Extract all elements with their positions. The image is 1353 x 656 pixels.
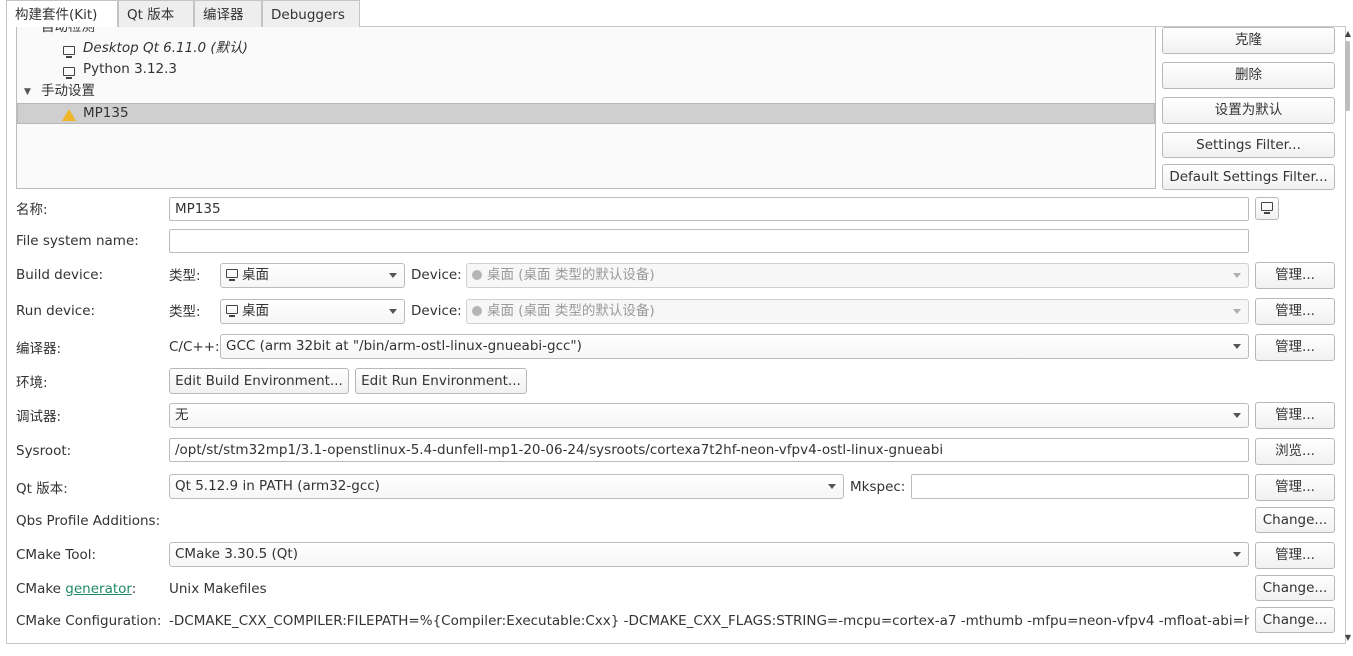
- edit-run-environment-button[interactable]: Edit Run Environment...: [355, 368, 527, 394]
- clone-button[interactable]: 克隆: [1162, 27, 1335, 54]
- cmake-tool-value: CMake 3.30.5 (Qt): [175, 546, 298, 562]
- tree-item-desktop-qt[interactable]: Desktop Qt 6.11.0 (默认): [17, 38, 1155, 59]
- warning-icon: [62, 109, 76, 121]
- cpp-label: C/C++:: [169, 339, 220, 355]
- run-device-combo: 桌面 (桌面 类型的默认设备): [466, 299, 1249, 324]
- manage-run-device-button[interactable]: 管理...: [1255, 298, 1335, 325]
- monitor-icon: [1261, 202, 1273, 214]
- run-type-value: 桌面: [242, 303, 269, 319]
- vertical-scrollbar[interactable]: ▲ ▼: [1341, 27, 1353, 644]
- cmake-generator-value: Unix Makefiles: [169, 581, 267, 597]
- fs-name-field[interactable]: [169, 229, 1249, 253]
- cpp-compiler-value: GCC (arm 32bit at "/bin/arm-ostl-linux-g…: [226, 338, 582, 354]
- scroll-up-icon[interactable]: ▲: [1345, 29, 1351, 38]
- device-status-icon: [472, 270, 482, 280]
- cmake-generator-label: CMake generator:: [16, 579, 136, 599]
- build-type-combo[interactable]: 桌面: [220, 263, 405, 288]
- chevron-down-icon: [1233, 309, 1241, 314]
- fs-name-label: File system name:: [16, 233, 139, 249]
- build-device-sub-label: Device:: [411, 267, 462, 283]
- debugger-label: 调试器:: [16, 409, 62, 425]
- compiler-label: 编译器:: [16, 341, 62, 357]
- kit-tree[interactable]: 自动检测 Desktop Qt 6.11.0 (默认) Python 3.12.…: [16, 27, 1156, 189]
- chevron-down-icon: [1233, 273, 1241, 278]
- monitor-icon: [226, 305, 238, 317]
- tree-group-auto[interactable]: 自动检测: [17, 27, 1155, 38]
- tab-bar: 构建套件(Kit) Qt 版本 编译器 Debuggers: [6, 0, 1346, 28]
- chevron-down-icon[interactable]: ▼: [24, 82, 31, 103]
- browse-sysroot-button[interactable]: 浏览...: [1255, 438, 1335, 465]
- tree-group-label: 手动设置: [41, 83, 95, 99]
- build-device-combo: 桌面 (桌面 类型的默认设备): [466, 263, 1249, 288]
- change-cmake-generator-button[interactable]: Change...: [1255, 575, 1335, 601]
- tab-debuggers[interactable]: Debuggers: [262, 0, 360, 27]
- manage-build-device-button[interactable]: 管理...: [1255, 262, 1335, 289]
- tab-compilers[interactable]: 编译器: [194, 0, 262, 27]
- monitor-icon: [226, 269, 238, 281]
- manage-debugger-button[interactable]: 管理...: [1255, 402, 1335, 429]
- chevron-down-icon: [389, 273, 397, 278]
- build-device-label: Build device:: [16, 267, 104, 283]
- run-type-combo[interactable]: 桌面: [220, 299, 405, 324]
- cmake-generator-suffix: :: [131, 581, 137, 597]
- edit-build-environment-button[interactable]: Edit Build Environment...: [169, 368, 349, 394]
- cmake-tool-combo[interactable]: CMake 3.30.5 (Qt): [169, 542, 1249, 567]
- debugger-combo[interactable]: 无: [169, 403, 1249, 428]
- qbs-profile-label: Qbs Profile Additions:: [16, 513, 161, 529]
- settings-filter-button[interactable]: Settings Filter...: [1162, 132, 1335, 158]
- build-type-value: 桌面: [242, 267, 269, 283]
- device-status-icon: [472, 306, 482, 316]
- mkspec-field[interactable]: [911, 474, 1249, 499]
- run-type-label: 类型:: [169, 304, 201, 320]
- cmake-generator-prefix: CMake: [16, 581, 66, 597]
- default-settings-filter-button[interactable]: Default Settings Filter...: [1162, 164, 1335, 190]
- name-label: 名称:: [16, 202, 48, 218]
- generator-link[interactable]: generator: [65, 581, 131, 597]
- tree-group-manual[interactable]: ▼ 手动设置: [17, 81, 1155, 102]
- sysroot-label: Sysroot:: [16, 443, 72, 459]
- run-device-label: Run device:: [16, 303, 96, 319]
- build-device-value: 桌面 (桌面 类型的默认设备): [487, 267, 655, 283]
- tab-qt-versions[interactable]: Qt 版本: [118, 0, 194, 27]
- mkspec-label: Mkspec:: [850, 479, 906, 495]
- name-field[interactable]: MP135: [169, 197, 1249, 221]
- run-device-value: 桌面 (桌面 类型的默认设备): [487, 303, 655, 319]
- tab-kits[interactable]: 构建套件(Kit): [6, 0, 118, 28]
- tree-item-python[interactable]: Python 3.12.3: [17, 59, 1155, 80]
- chevron-down-icon: [828, 484, 836, 489]
- cpp-compiler-combo[interactable]: GCC (arm 32bit at "/bin/arm-ostl-linux-g…: [220, 334, 1249, 359]
- chevron-down-icon: [1233, 413, 1241, 418]
- change-cmake-configuration-button[interactable]: Change...: [1255, 607, 1335, 633]
- manage-cmake-tool-button[interactable]: 管理...: [1255, 542, 1335, 569]
- tree-group-label: 自动检测: [41, 27, 95, 35]
- cmake-tool-label: CMake Tool:: [16, 547, 97, 563]
- remove-button[interactable]: 删除: [1162, 62, 1335, 89]
- chevron-down-icon: [1233, 344, 1241, 349]
- qt-version-combo[interactable]: Qt 5.12.9 in PATH (arm32-gcc): [169, 474, 844, 499]
- cmake-configuration-label: CMake Configuration:: [16, 613, 162, 629]
- change-qbs-button[interactable]: Change...: [1255, 507, 1335, 533]
- environment-label: 环境:: [16, 375, 48, 391]
- build-type-label: 类型:: [169, 268, 201, 284]
- manage-qt-version-button[interactable]: 管理...: [1255, 474, 1335, 501]
- cmake-configuration-value: -DCMAKE_CXX_COMPILER:FILEPATH=%{Compiler…: [169, 613, 1249, 629]
- make-default-button[interactable]: 设置为默认: [1162, 97, 1335, 124]
- device-type-icon-button[interactable]: [1255, 197, 1279, 220]
- scrollbar-thumb[interactable]: [1345, 41, 1350, 111]
- scroll-down-icon[interactable]: ▼: [1345, 633, 1351, 642]
- debugger-value: 无: [175, 407, 189, 423]
- tree-item-label: Python 3.12.3: [83, 61, 178, 77]
- tree-item-label: MP135: [83, 105, 129, 121]
- tree-item-label: Desktop Qt 6.11.0 (默认): [83, 40, 248, 56]
- manage-compiler-button[interactable]: 管理...: [1255, 334, 1335, 361]
- qt-version-value: Qt 5.12.9 in PATH (arm32-gcc): [175, 478, 380, 494]
- qt-version-label: Qt 版本:: [16, 481, 68, 497]
- chevron-down-icon: [1233, 552, 1241, 557]
- run-device-sub-label: Device:: [411, 303, 462, 319]
- chevron-down-icon: [389, 309, 397, 314]
- tree-item-mp135[interactable]: MP135: [17, 103, 1155, 124]
- sysroot-field[interactable]: /opt/st/stm32mp1/3.1-openstlinux-5.4-dun…: [169, 438, 1249, 462]
